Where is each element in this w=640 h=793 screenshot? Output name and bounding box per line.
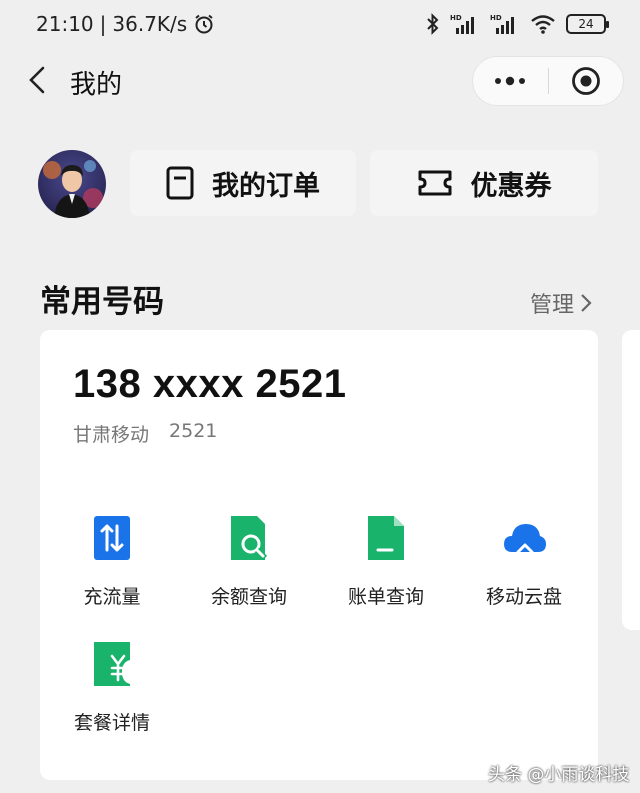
coupons-label: 优惠券 bbox=[470, 170, 552, 202]
network-speed: 36.7K/s bbox=[112, 12, 188, 36]
signal-hd-icon: HD bbox=[490, 14, 514, 34]
wifi-icon bbox=[531, 15, 555, 34]
plan-yuan-icon bbox=[94, 642, 130, 686]
manage-link[interactable]: 管理 bbox=[530, 287, 592, 319]
back-button[interactable] bbox=[22, 64, 52, 96]
manage-label: 管理 bbox=[530, 293, 575, 318]
service-mobile-cloud[interactable]: 移动云盘 bbox=[464, 514, 584, 609]
status-separator: | bbox=[99, 12, 107, 36]
watermark: 头条 @小雨谈科技 bbox=[488, 765, 630, 785]
phone-number: 138 xxxx 2521 bbox=[73, 362, 347, 406]
svg-text:HD: HD bbox=[450, 14, 462, 22]
battery-level: 24 bbox=[578, 17, 594, 31]
avatar-image bbox=[38, 150, 106, 218]
ticket-icon bbox=[418, 170, 451, 196]
document-icon bbox=[166, 166, 194, 200]
section-title: 常用号码 bbox=[40, 284, 164, 320]
carrier-line: 甘肃移动 2521 bbox=[73, 420, 217, 447]
page-title: 我的 bbox=[70, 70, 123, 100]
avatar[interactable] bbox=[38, 150, 106, 218]
service-plan-details[interactable]: 套餐详情 bbox=[52, 640, 172, 735]
number-card[interactable]: 138 xxxx 2521 甘肃移动 2521 充流量 余额查询 账单查询 移动… bbox=[40, 330, 598, 780]
chevron-right-icon bbox=[581, 294, 592, 312]
data-transfer-icon bbox=[94, 516, 130, 560]
my-orders-button[interactable]: 我的订单 bbox=[130, 150, 356, 216]
more-dots-icon bbox=[495, 76, 526, 86]
alarm-icon bbox=[195, 14, 213, 34]
next-number-card[interactable] bbox=[622, 330, 640, 630]
mini-program-capsule bbox=[472, 56, 624, 106]
header: 我的 bbox=[0, 52, 640, 108]
bill-icon bbox=[368, 516, 404, 560]
cloud-icon bbox=[504, 524, 546, 554]
target-icon bbox=[571, 67, 600, 95]
coupons-button[interactable]: 优惠券 bbox=[370, 150, 598, 216]
service-recharge-data[interactable]: 充流量 bbox=[52, 514, 172, 609]
bluetooth-icon bbox=[427, 13, 439, 35]
status-right: HD HD 24 bbox=[426, 13, 609, 35]
short-number: 2521 bbox=[169, 420, 218, 442]
close-button[interactable] bbox=[549, 56, 624, 106]
service-label: 账单查询 bbox=[347, 586, 424, 608]
service-label: 移动云盘 bbox=[485, 586, 562, 608]
balance-search-icon bbox=[231, 516, 268, 561]
status-left: 21:10 | 36.7K/s bbox=[36, 12, 215, 36]
my-orders-label: 我的订单 bbox=[212, 170, 320, 202]
signal-hd-icon: HD bbox=[450, 14, 474, 34]
service-balance-query[interactable]: 余额查询 bbox=[189, 514, 309, 609]
service-label: 充流量 bbox=[83, 586, 141, 608]
service-label: 余额查询 bbox=[210, 586, 287, 608]
service-bill-query[interactable]: 账单查询 bbox=[326, 514, 446, 609]
chevron-left-icon bbox=[29, 66, 45, 94]
status-time: 21:10 bbox=[36, 12, 94, 36]
carrier-name: 甘肃移动 bbox=[73, 424, 150, 446]
more-button[interactable] bbox=[473, 56, 548, 106]
service-label: 套餐详情 bbox=[73, 712, 150, 734]
status-bar: 21:10 | 36.7K/s HD HD 24 bbox=[0, 0, 640, 48]
svg-text:HD: HD bbox=[490, 14, 502, 22]
battery-icon: 24 bbox=[566, 14, 609, 34]
